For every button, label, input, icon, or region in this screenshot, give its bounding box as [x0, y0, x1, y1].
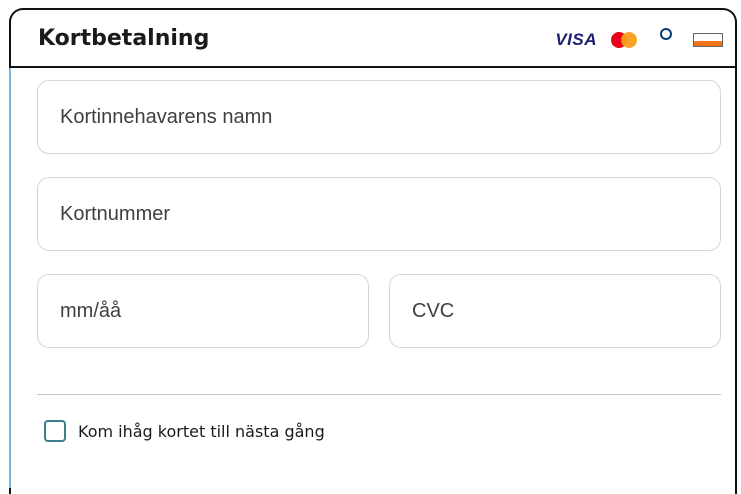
card-header: Kortbetalning VISA ​: [11, 10, 735, 68]
cvc-field[interactable]: [389, 274, 721, 348]
remember-card-label[interactable]: Kom ihåg kortet till nästa gång: [78, 422, 325, 441]
card-brand-logos: VISA ​: [555, 28, 723, 52]
divider: [37, 394, 721, 395]
mastercard-icon: [609, 31, 639, 49]
remember-card-row[interactable]: Kom ihåg kortet till nästa gång: [44, 420, 325, 442]
cvc-input[interactable]: [390, 275, 720, 347]
expiry-input[interactable]: [38, 275, 368, 347]
form-frame-edge: [9, 68, 19, 488]
expiry-field[interactable]: [37, 274, 369, 348]
cardholder-name-field[interactable]: [37, 80, 721, 154]
card-number-field[interactable]: [37, 177, 721, 251]
diners-club-icon: ​: [651, 28, 681, 52]
page-title: Kortbetalning: [38, 26, 210, 51]
visa-icon: VISA: [555, 30, 597, 49]
cardholder-name-input[interactable]: [38, 81, 720, 153]
remember-card-checkbox[interactable]: [44, 420, 66, 442]
card-number-input[interactable]: [38, 178, 720, 250]
discover-icon: [693, 33, 723, 47]
